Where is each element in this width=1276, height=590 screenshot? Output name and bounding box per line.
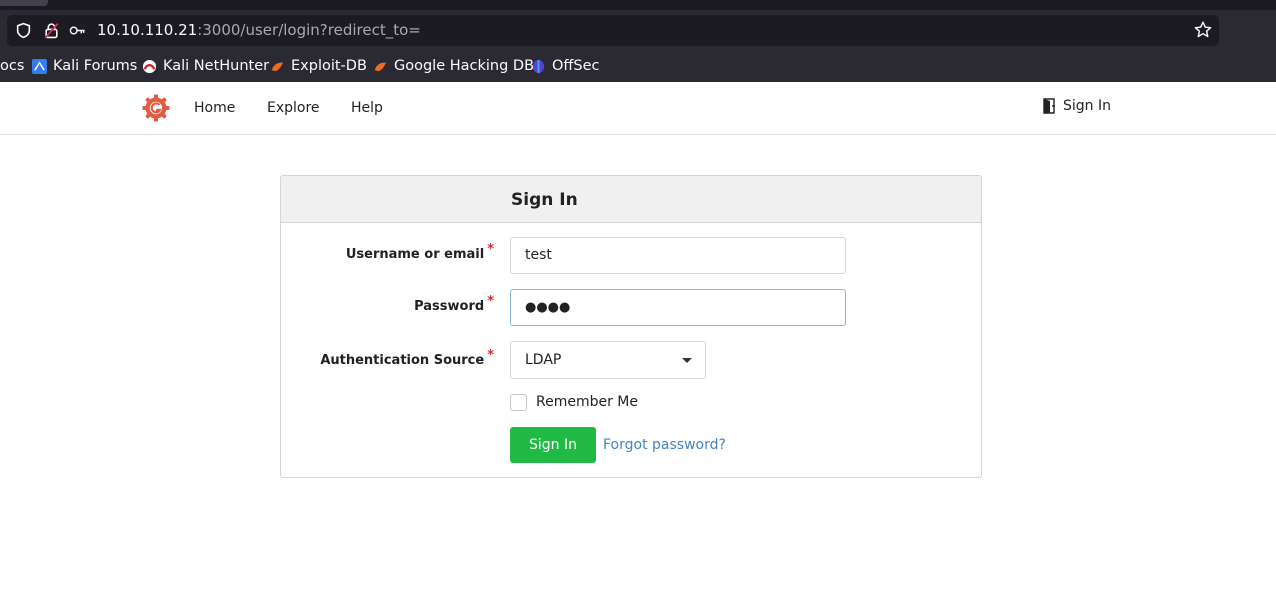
form-title: Sign In [511,190,578,210]
shield-icon[interactable] [15,22,32,39]
bookmark-kali-forums[interactable]: Kali Forums [32,56,137,76]
dropdown-caret-icon [682,358,692,363]
sign-in-icon [1043,98,1055,114]
required-mark: * [487,348,494,363]
bookmark-offsec[interactable]: OffSec [531,56,600,76]
exploit-db-icon [271,62,284,71]
bookmark-exploit-db[interactable]: Exploit-DB [270,56,367,76]
auth-source-select[interactable]: LDAP [510,341,706,379]
bookmark-label: Google Hacking DB [394,58,535,74]
username-input[interactable]: test [510,237,846,274]
bookmarks-bar: ocs Kali Forums Kali NetHunter Exploit-D… [0,52,1276,80]
form-header: Sign In [281,176,981,223]
sign-in-form: Sign In Username or email * test Password… [280,175,982,478]
bookmark-label: ocs [0,58,25,74]
site-header: Home Explore Help Sign In [0,82,1276,135]
remember-me-checkbox[interactable] [510,394,527,411]
ghdb-icon [374,62,387,71]
url-path: :3000/user/login?redirect_to= [197,21,421,39]
insecure-lock-icon[interactable] [43,22,60,39]
forgot-password-link[interactable]: Forgot password? [603,437,726,453]
url-bar[interactable]: 10.10.110.21:3000/user/login?redirect_to… [7,15,1219,46]
kali-forums-icon [32,58,47,74]
required-mark: * [487,294,494,309]
password-input[interactable]: ●●●● [510,289,846,326]
key-icon[interactable] [69,22,86,39]
bookmark-docs[interactable]: ocs [0,56,24,76]
bookmark-label: Exploit-DB [291,58,367,74]
username-label-text: Username or email [345,247,485,262]
gitea-logo-icon[interactable] [142,94,170,122]
required-mark: * [487,242,494,257]
remember-me-label[interactable]: Remember Me [536,394,638,411]
url-host: 10.10.110.21 [97,21,198,39]
auth-source-value: LDAP [525,352,562,368]
password-label: Password * [414,294,494,315]
tab-strip [0,0,1276,10]
bookmark-label: OffSec [552,58,600,74]
bookmark-kali-nethunter[interactable]: Kali NetHunter [142,56,269,76]
nav-sign-in-label: Sign In [1063,98,1111,114]
nav-explore[interactable]: Explore [267,99,320,117]
username-label: Username or email * [345,242,494,263]
active-tab[interactable] [0,0,48,6]
sign-in-button[interactable]: Sign In [510,427,596,463]
kali-nethunter-icon [142,59,157,73]
offsec-icon [532,59,545,73]
auth-source-label: Authentication Source * [320,348,494,369]
nav-home[interactable]: Home [194,99,235,117]
nav-help[interactable]: Help [351,99,383,117]
password-label-text: Password [414,299,485,314]
bookmark-label: Kali Forums [53,58,138,74]
bookmark-label: Kali NetHunter [163,58,270,74]
auth-source-label-text: Authentication Source [320,353,485,368]
bookmark-ghdb[interactable]: Google Hacking DB [373,56,534,76]
url-text[interactable]: 10.10.110.21:3000/user/login?redirect_to… [97,21,421,40]
nav-sign-in[interactable]: Sign In [1043,98,1111,114]
browser-chrome: 10.10.110.21:3000/user/login?redirect_to… [0,0,1276,82]
bookmark-star-icon[interactable] [1193,20,1213,40]
